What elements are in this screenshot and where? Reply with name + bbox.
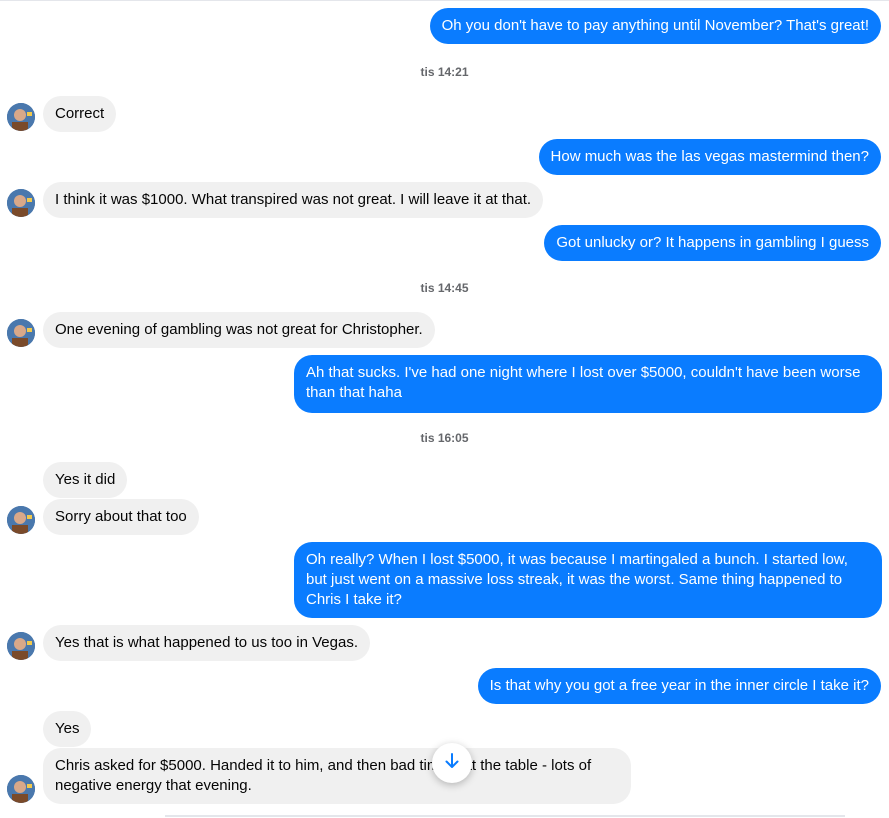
- message-outgoing[interactable]: Oh you don't have to pay anything until …: [429, 8, 881, 44]
- avatar[interactable]: [7, 775, 35, 803]
- avatar[interactable]: [7, 506, 35, 534]
- avatar[interactable]: [7, 103, 35, 131]
- message-outgoing[interactable]: Got unlucky or? It happens in gambling I…: [544, 225, 881, 261]
- header-divider: [0, 0, 889, 1]
- scroll-to-bottom-button[interactable]: [432, 743, 472, 783]
- message-incoming[interactable]: Yes: [43, 711, 92, 747]
- message-outgoing[interactable]: Is that why you got a free year in the i…: [477, 668, 881, 704]
- arrow-down-icon: [443, 752, 461, 775]
- message-incoming[interactable]: Sorry about that too: [43, 499, 199, 535]
- message-outgoing[interactable]: How much was the las vegas mastermind th…: [538, 139, 881, 175]
- message-incoming[interactable]: Yes it did: [43, 462, 128, 498]
- timestamp: tis 14:21: [420, 65, 469, 79]
- message-incoming[interactable]: Chris asked for $5000. Handed it to him,…: [43, 748, 631, 804]
- avatar[interactable]: [7, 319, 35, 347]
- avatar[interactable]: [7, 632, 35, 660]
- message-incoming[interactable]: Correct: [43, 96, 117, 132]
- message-incoming[interactable]: Yes that is what happened to us too in V…: [43, 625, 371, 661]
- timestamp: tis 14:45: [420, 281, 469, 295]
- timestamp: tis 16:05: [420, 431, 469, 445]
- message-outgoing[interactable]: Oh really? When I lost $5000, it was bec…: [294, 542, 882, 618]
- message-incoming[interactable]: One evening of gambling was not great fo…: [43, 312, 435, 348]
- message-outgoing[interactable]: Ah that sucks. I've had one night where …: [294, 355, 882, 413]
- message-incoming[interactable]: I think it was $1000. What transpired wa…: [43, 182, 544, 218]
- composer-divider: [165, 815, 845, 817]
- avatar[interactable]: [7, 189, 35, 217]
